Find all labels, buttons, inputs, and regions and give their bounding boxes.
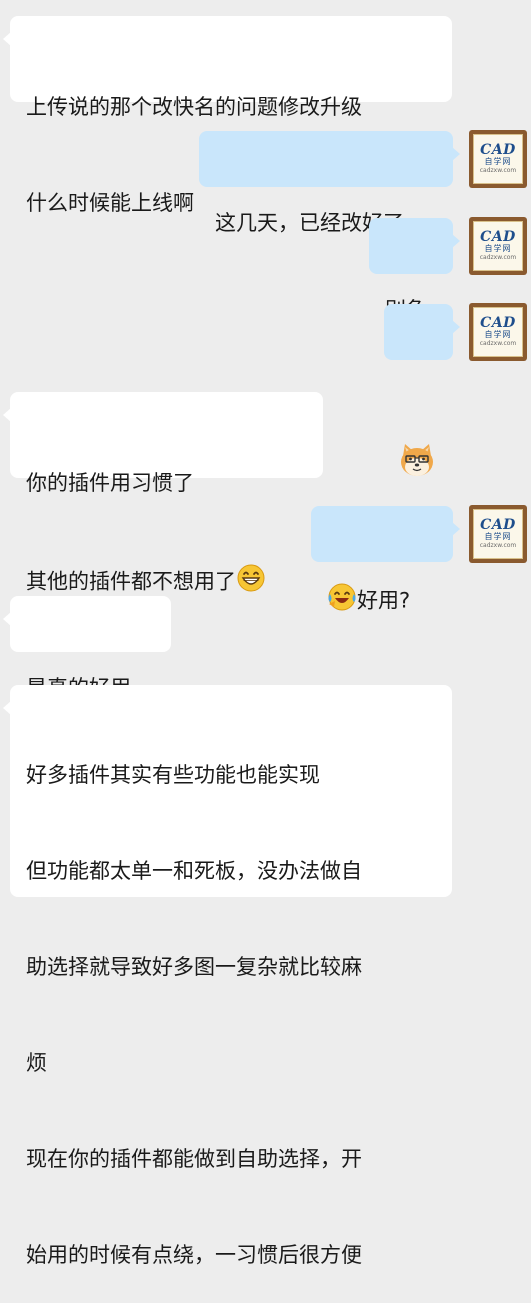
cad-logo-icon: CAD 自学网 cadzxw.com [473, 221, 523, 271]
incoming-message[interactable]: 好多插件其实有些功能也能实现 但功能都太单一和死板，没办法做自 助选择就导致好多… [3, 685, 452, 1267]
logo-text: CAD [480, 142, 516, 158]
user-avatar[interactable]: CAD 自学网 cadzxw.com [469, 217, 527, 275]
user-avatar[interactable]: CAD 自学网 cadzxw.com [469, 130, 527, 188]
incoming-message[interactable]: 你的插件用习惯了 其他的插件都不想用了 [3, 392, 323, 594]
cad-logo-icon: CAD 自学网 cadzxw.com [473, 307, 523, 357]
cad-logo-icon: CAD 自学网 cadzxw.com [473, 134, 523, 184]
incoming-message[interactable]: 上传说的那个改快名的问题修改升级 什么时候能上线啊 [3, 16, 452, 215]
message-line: 上传说的那个改快名的问题修改升级 [26, 95, 362, 119]
logo-subtext: 自学网 [484, 157, 512, 166]
message-line: 助选择就导致好多图一复杂就比较麻 [26, 955, 362, 979]
message-line: 你的插件用习惯了 [26, 471, 194, 495]
user-avatar[interactable]: CAD 自学网 cadzxw.com [469, 505, 527, 563]
outgoing-message[interactable] [384, 304, 460, 476]
message-line: 始用的时候有点绕，一习惯后很方便 [26, 1243, 362, 1267]
user-avatar[interactable]: CAD 自学网 cadzxw.com [469, 303, 527, 361]
logo-url: cadzxw.com [479, 167, 517, 174]
outgoing-message[interactable]: 这几天，已经改好了 [199, 131, 460, 235]
message-line: 烦 [26, 1051, 47, 1075]
message-line: 但功能都太单一和死板，没办法做自 [26, 859, 362, 883]
grin-emoji [236, 563, 266, 602]
shiba-dog-emoji [398, 378, 439, 519]
incoming-message[interactable]: 是真的好用 [3, 596, 171, 700]
cad-logo-icon: CAD 自学网 cadzxw.com [473, 509, 523, 559]
message-line: 现在你的插件都能做到自助选择，开 [26, 1147, 362, 1171]
message-line: 好多插件其实有些功能也能实现 [26, 763, 320, 787]
outgoing-message[interactable]: 别急 [369, 218, 460, 322]
laugh-cry-emoji [327, 582, 357, 621]
message-text: 好用? [357, 588, 411, 613]
outgoing-message[interactable]: 好用? [311, 506, 460, 613]
